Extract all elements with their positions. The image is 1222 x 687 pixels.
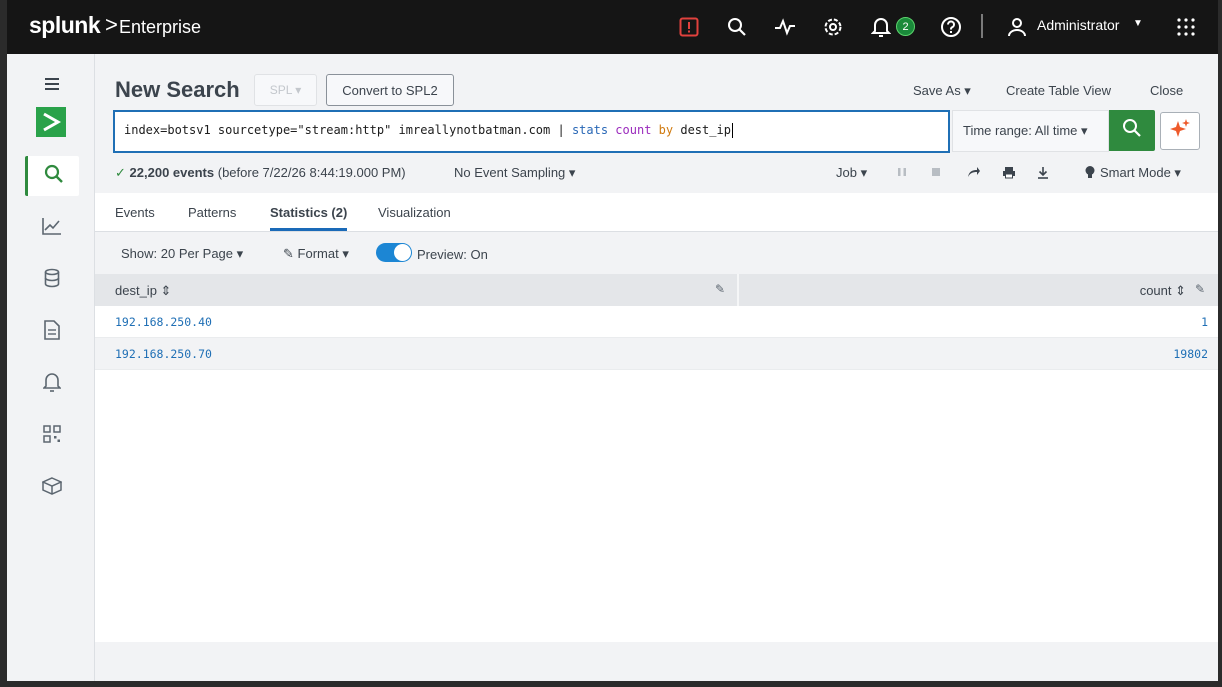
pause-icon[interactable] (893, 163, 911, 181)
sidebar (7, 54, 95, 681)
dest-ip-cell[interactable]: 192.168.250.70 (115, 347, 212, 361)
format-label: Format ▾ (297, 246, 349, 261)
statistics-table: dest_ip ⇕ ✎ count ⇕ ✎ 192.168.250.40 1 1… (95, 274, 1218, 642)
lightbulb-icon (1081, 163, 1099, 181)
check-icon: ✓ (115, 165, 126, 180)
search-mode-dropdown[interactable]: Smart Mode ▾ (1100, 165, 1181, 181)
stop-icon[interactable] (927, 163, 945, 181)
edit-column-icon[interactable]: ✎ (715, 282, 725, 296)
tab-events[interactable]: Events (115, 205, 155, 220)
table-row: 192.168.250.70 19802 (95, 338, 1218, 370)
search-icon (1122, 118, 1142, 143)
app-window: splunk > Enterprise 2 Administrator ▼ Ne… (7, 0, 1218, 681)
query-command: stats (571, 123, 609, 137)
tab-statistics[interactable]: Statistics (2) (270, 205, 347, 220)
query-keyword: by (658, 123, 674, 137)
query-base: index=botsv1 sourcetype="stream:http" im… (124, 123, 572, 137)
document-icon (44, 319, 60, 345)
count-cell[interactable]: 1 (1201, 315, 1208, 329)
search-input[interactable]: index=botsv1 sourcetype="stream:http" im… (113, 110, 950, 153)
sparkle-icon (1169, 118, 1191, 145)
results-tabs: Events Patterns Statistics (2) Visualiza… (95, 193, 1218, 232)
alert-icon[interactable] (677, 15, 701, 39)
event-sampling-dropdown[interactable]: No Event Sampling ▾ (454, 165, 575, 181)
query-field: dest_ip (680, 123, 731, 137)
database-icon (44, 268, 60, 293)
sidebar-item-dashboards[interactable] (25, 208, 79, 248)
pencil-icon: ✎ (283, 246, 294, 261)
column-header-dest-ip[interactable]: dest_ip ⇕ (115, 283, 171, 299)
table-header: dest_ip ⇕ ✎ count ⇕ ✎ (95, 274, 1218, 306)
column-header-count[interactable]: count ⇕ (1140, 283, 1186, 299)
edit-column-icon[interactable]: ✎ (1195, 282, 1205, 296)
export-icon[interactable] (1034, 163, 1052, 181)
box-icon (41, 476, 63, 500)
notification-badge: 2 (896, 17, 915, 36)
sidebar-item-alerts[interactable] (25, 364, 79, 404)
menu-icon[interactable] (25, 64, 79, 104)
search-submit-button[interactable] (1109, 110, 1155, 151)
table-controls (95, 232, 1218, 274)
preview-toggle[interactable] (376, 243, 412, 262)
per-page-dropdown[interactable]: Show: 20 Per Page ▾ (121, 246, 243, 262)
preview-label: Preview: On (417, 247, 488, 262)
splunk-logo[interactable]: splunk (29, 12, 101, 39)
apps-grid-icon[interactable] (1174, 15, 1198, 39)
time-range-picker[interactable]: Time range: All time ▾ (952, 110, 1109, 152)
top-bar: splunk > Enterprise 2 Administrator ▼ (7, 0, 1218, 54)
sidebar-item-datasets[interactable] (25, 260, 79, 300)
print-icon[interactable] (1000, 163, 1018, 181)
sidebar-item-reports[interactable] (25, 312, 79, 352)
user-icon[interactable] (1005, 15, 1029, 39)
spl-dropdown[interactable]: SPL ▾ (254, 74, 317, 106)
bell-icon (42, 372, 62, 397)
chart-icon (42, 217, 62, 240)
text-cursor (731, 123, 733, 138)
column-divider (737, 274, 739, 306)
activity-icon[interactable] (773, 15, 797, 39)
ai-assistant-button[interactable] (1160, 112, 1200, 150)
sidebar-item-search[interactable] (25, 156, 79, 196)
search-icon[interactable] (725, 15, 749, 39)
help-icon[interactable] (939, 15, 963, 39)
tab-patterns[interactable]: Patterns (188, 205, 236, 220)
user-menu[interactable]: Administrator (1037, 17, 1119, 33)
chevron-down-icon[interactable]: ▼ (1133, 18, 1143, 29)
event-timestamp: (before 7/22/26 8:44:19.000 PM) (217, 165, 406, 180)
create-table-view-link[interactable]: Create Table View (1006, 83, 1111, 98)
table-row: 192.168.250.40 1 (95, 306, 1218, 338)
bell-icon[interactable] (869, 15, 893, 39)
save-as-menu[interactable]: Save As ▾ (913, 83, 971, 99)
share-icon[interactable] (965, 163, 983, 181)
search-icon (44, 164, 64, 189)
logo-chevron: > (105, 12, 118, 37)
sidebar-item-packages[interactable] (25, 468, 79, 508)
job-menu[interactable]: Job ▾ (836, 165, 867, 181)
format-menu[interactable]: ✎ Format ▾ (283, 246, 349, 262)
event-count: 22,200 events (129, 165, 215, 180)
product-name: Enterprise (119, 17, 202, 37)
event-count-status: ✓ 22,200 events (before 7/22/26 8:44:19.… (115, 165, 406, 181)
page-title: New Search (115, 77, 240, 102)
convert-to-spl2-button[interactable]: Convert to SPL2 (326, 74, 454, 106)
topbar-divider (981, 14, 983, 38)
gear-icon[interactable] (821, 15, 845, 39)
app-logo-icon[interactable] (36, 107, 66, 137)
dest-ip-cell[interactable]: 192.168.250.40 (115, 315, 212, 329)
active-tab-indicator (270, 228, 347, 231)
count-cell[interactable]: 19802 (1173, 347, 1208, 361)
query-function: count (615, 123, 652, 137)
page-footer-area (95, 642, 1218, 681)
close-link[interactable]: Close (1150, 83, 1183, 98)
grid-icon (43, 424, 61, 448)
toggle-knob (394, 244, 411, 261)
tab-visualization[interactable]: Visualization (378, 205, 451, 220)
sidebar-item-apps[interactable] (25, 416, 79, 456)
